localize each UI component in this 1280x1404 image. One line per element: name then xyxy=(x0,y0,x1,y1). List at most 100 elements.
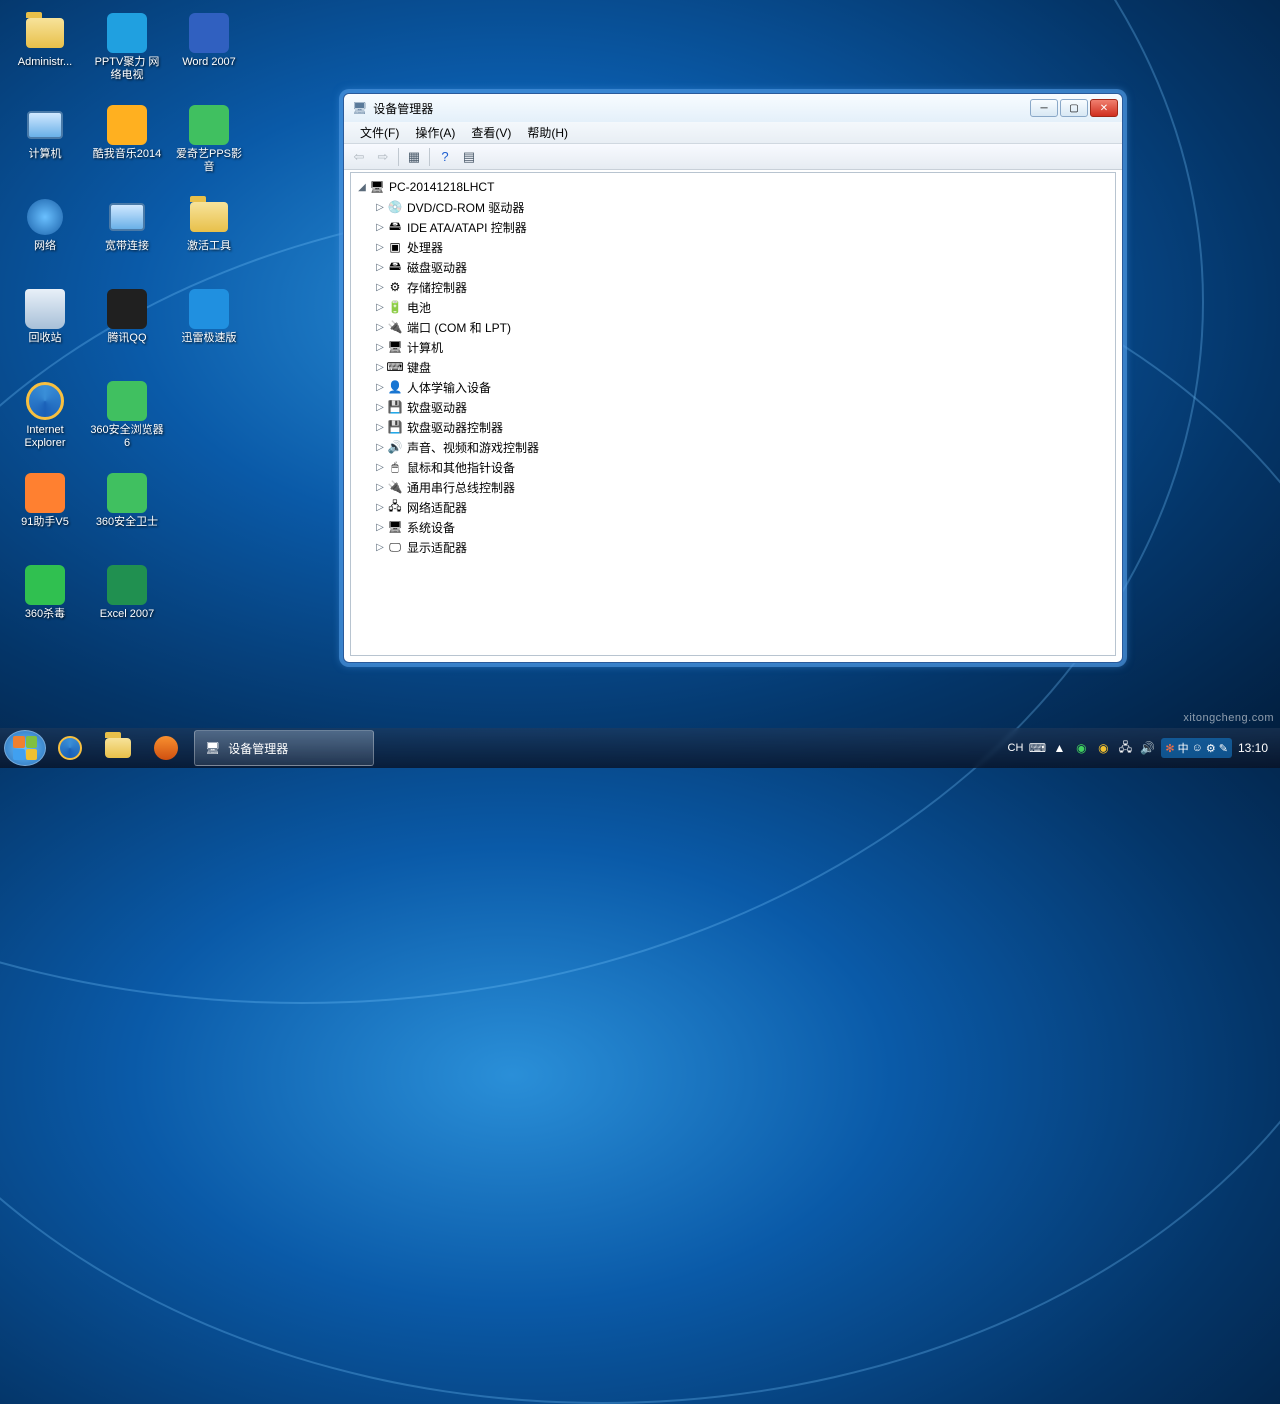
tree-node[interactable]: ▷▣处理器 xyxy=(353,237,1113,257)
desktop-icon[interactable]: 回收站 xyxy=(8,284,82,372)
tree-node[interactable]: ▷🖧网络适配器 xyxy=(353,497,1113,517)
expand-icon[interactable]: ▷ xyxy=(375,442,385,453)
tree-root[interactable]: ◢🖥PC-20141218LHCT xyxy=(353,177,1113,197)
maximize-button[interactable]: ▢ xyxy=(1060,99,1088,117)
tray-flag-icon[interactable]: ▲ xyxy=(1051,740,1067,756)
expand-icon[interactable]: ▷ xyxy=(375,342,385,353)
desktop-icon[interactable]: 网络 xyxy=(8,192,82,280)
desktop-icon[interactable]: Administr... xyxy=(8,8,82,96)
minimize-button[interactable]: ─ xyxy=(1030,99,1058,117)
tree-node[interactable]: ▷🖴磁盘驱动器 xyxy=(353,257,1113,277)
tree-node[interactable]: ▷🔌端口 (COM 和 LPT) xyxy=(353,317,1113,337)
expand-icon[interactable]: ▷ xyxy=(375,222,385,233)
forward-button[interactable]: ⇨ xyxy=(372,146,394,168)
tree-node[interactable]: ▷🔋电池 xyxy=(353,297,1113,317)
network-icon[interactable]: 🖧 xyxy=(1117,740,1133,756)
device-category-icon: ▣ xyxy=(387,239,403,255)
help-button[interactable]: ? xyxy=(434,146,456,168)
language-bar[interactable]: ✻ 中 ☺⚙✎ xyxy=(1161,738,1232,758)
expand-icon[interactable]: ▷ xyxy=(375,322,385,333)
device-category-icon: 💾 xyxy=(387,399,403,415)
ime-icon[interactable]: ⌨ xyxy=(1029,740,1045,756)
node-label: 网络适配器 xyxy=(407,499,467,516)
clock[interactable]: 13:10 xyxy=(1238,741,1268,755)
taskbar-item-device-manager[interactable]: 🖥 设备管理器 xyxy=(194,730,374,766)
collapse-icon[interactable]: ◢ xyxy=(357,182,367,193)
app-icon xyxy=(188,12,230,54)
tree-node[interactable]: ▷💾软盘驱动器 xyxy=(353,397,1113,417)
desktop-icon[interactable]: 计算机 xyxy=(8,100,82,188)
desktop-icon[interactable]: 爱奇艺PPS影音 xyxy=(172,100,246,188)
taskbar-pin-ie[interactable] xyxy=(46,730,94,766)
tree-node[interactable]: ▷🖱鼠标和其他指针设备 xyxy=(353,457,1113,477)
icon-label: Internet Explorer xyxy=(8,424,82,450)
desktop-icon[interactable]: PPTV聚力 网络电视 xyxy=(90,8,164,96)
expand-icon[interactable]: ▷ xyxy=(375,262,385,273)
volume-icon[interactable]: 🔊 xyxy=(1139,740,1155,756)
menu-item[interactable]: 操作(A) xyxy=(407,122,463,143)
titlebar[interactable]: 🖥 设备管理器 ─ ▢ ✕ xyxy=(344,94,1122,122)
close-button[interactable]: ✕ xyxy=(1090,99,1118,117)
tree-node[interactable]: ▷🔊声音、视频和游戏控制器 xyxy=(353,437,1113,457)
desktop-icon[interactable]: Internet Explorer xyxy=(8,376,82,464)
menu-item[interactable]: 帮助(H) xyxy=(519,122,576,143)
tree-node[interactable]: ▷🖥系统设备 xyxy=(353,517,1113,537)
tree-node[interactable]: ▷🔌通用串行总线控制器 xyxy=(353,477,1113,497)
tree-node[interactable]: ▷🖥计算机 xyxy=(353,337,1113,357)
tree-node[interactable]: ▷⌨键盘 xyxy=(353,357,1113,377)
back-button[interactable]: ⇦ xyxy=(348,146,370,168)
expand-icon[interactable]: ▷ xyxy=(375,522,385,533)
app-icon xyxy=(24,196,66,238)
expand-icon[interactable]: ▷ xyxy=(375,282,385,293)
expand-icon[interactable]: ▷ xyxy=(375,402,385,413)
taskbar-pin-mediaplayer[interactable] xyxy=(142,730,190,766)
expand-icon[interactable]: ▷ xyxy=(375,542,385,553)
desktop-icon[interactable]: 宽带连接 xyxy=(90,192,164,280)
menu-item[interactable]: 查看(V) xyxy=(463,122,519,143)
expand-icon[interactable]: ▷ xyxy=(375,202,385,213)
watermark: xitongcheng.com xyxy=(1183,712,1274,724)
tray-360-icon[interactable]: ◉ xyxy=(1073,740,1089,756)
desktop-icon[interactable]: 360安全浏览器6 xyxy=(90,376,164,464)
desktop-icon[interactable]: Word 2007 xyxy=(172,8,246,96)
tray-360sd-icon[interactable]: ◉ xyxy=(1095,740,1111,756)
tree-node[interactable]: ▷🖵显示适配器 xyxy=(353,537,1113,557)
device-category-icon: 🔋 xyxy=(387,299,403,315)
icon-label: 回收站 xyxy=(29,332,62,345)
expand-icon[interactable]: ▷ xyxy=(375,242,385,253)
desktop-icon[interactable]: 腾讯QQ xyxy=(90,284,164,372)
tree-node[interactable]: ▷🖴IDE ATA/ATAPI 控制器 xyxy=(353,217,1113,237)
expand-icon[interactable]: ▷ xyxy=(375,462,385,473)
desktop-icon[interactable]: 360安全卫士 xyxy=(90,468,164,556)
tree-node[interactable]: ▷👤人体学输入设备 xyxy=(353,377,1113,397)
icon-label: 360杀毒 xyxy=(25,608,65,621)
tree-node[interactable]: ▷💿DVD/CD-ROM 驱动器 xyxy=(353,197,1113,217)
node-label: 软盘驱动器 xyxy=(407,399,467,416)
desktop-icon[interactable]: 激活工具 xyxy=(172,192,246,280)
device-manager-icon: 🖥 xyxy=(352,101,367,115)
desktop-icon[interactable]: 360杀毒 xyxy=(8,560,82,648)
tree-node[interactable]: ▷⚙存储控制器 xyxy=(353,277,1113,297)
computer-icon: 🖥 xyxy=(369,179,385,195)
start-button[interactable] xyxy=(4,730,46,766)
taskbar-pin-explorer[interactable] xyxy=(94,730,142,766)
expand-icon[interactable]: ▷ xyxy=(375,422,385,433)
icon-label: Administr... xyxy=(18,56,72,69)
menu-item[interactable]: 文件(F) xyxy=(352,122,407,143)
language-indicator[interactable]: CH xyxy=(1008,742,1024,754)
properties-button[interactable]: ▦ xyxy=(403,146,425,168)
icon-label: 计算机 xyxy=(29,148,62,161)
desktop-icon[interactable]: 迅雷极速版 xyxy=(172,284,246,372)
device-tree[interactable]: ◢🖥PC-20141218LHCT▷💿DVD/CD-ROM 驱动器▷🖴IDE A… xyxy=(350,172,1116,656)
app-icon xyxy=(188,288,230,330)
show-hidden-button[interactable]: ▤ xyxy=(458,146,480,168)
desktop-icon[interactable]: 酷我音乐2014 xyxy=(90,100,164,188)
expand-icon[interactable]: ▷ xyxy=(375,362,385,373)
desktop-icon[interactable]: Excel 2007 xyxy=(90,560,164,648)
desktop-icon[interactable]: 91助手V5 xyxy=(8,468,82,556)
tree-node[interactable]: ▷💾软盘驱动器控制器 xyxy=(353,417,1113,437)
expand-icon[interactable]: ▷ xyxy=(375,482,385,493)
expand-icon[interactable]: ▷ xyxy=(375,302,385,313)
expand-icon[interactable]: ▷ xyxy=(375,382,385,393)
expand-icon[interactable]: ▷ xyxy=(375,502,385,513)
